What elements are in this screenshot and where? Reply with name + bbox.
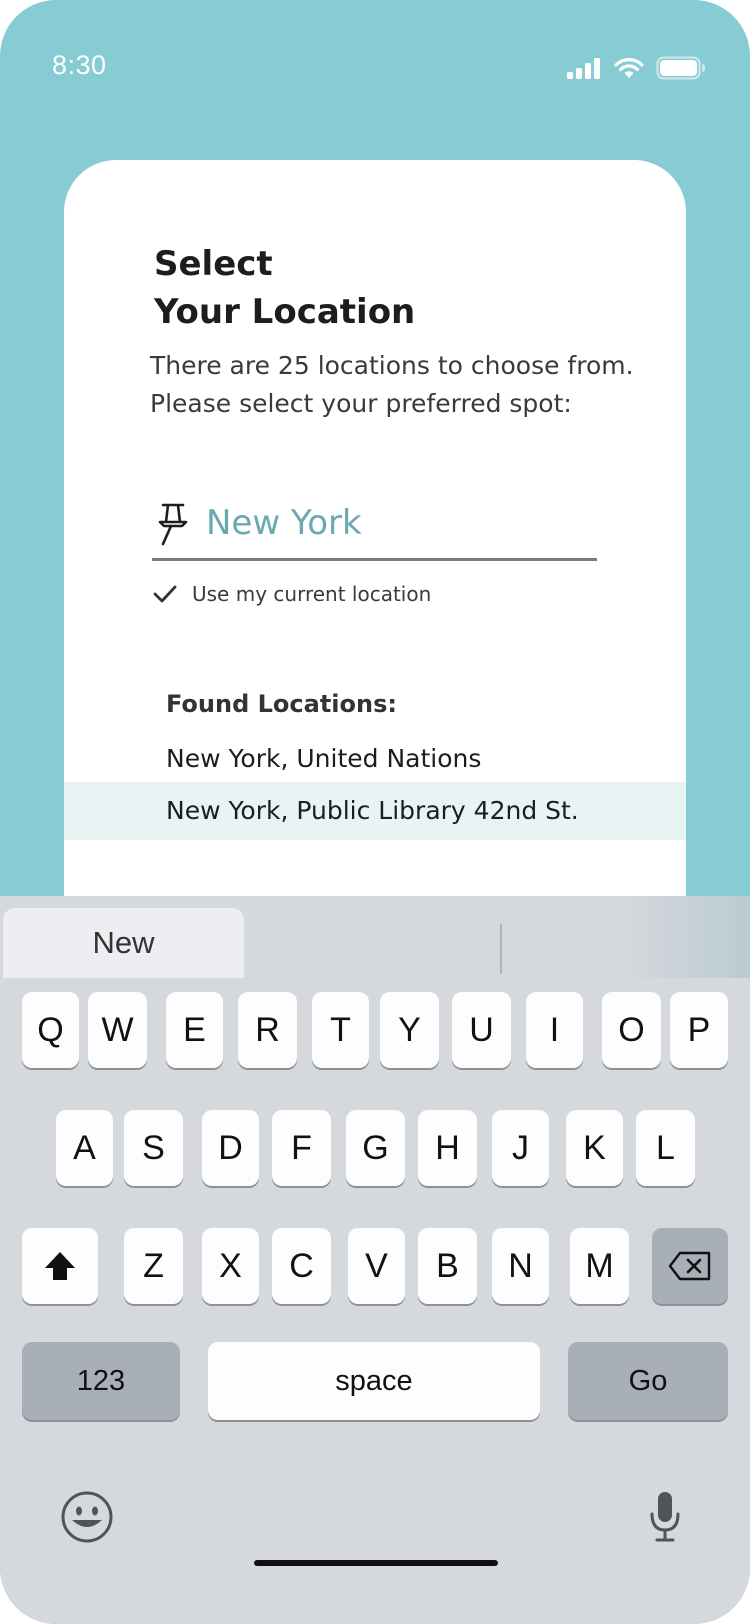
key-e[interactable]: E (166, 992, 223, 1068)
key-t[interactable]: T (312, 992, 369, 1068)
wifi-icon (614, 58, 644, 78)
location-search-input[interactable] (206, 498, 596, 548)
phone-screen: 8:30 Select Your Location There are 25 l… (0, 0, 750, 1624)
shift-icon (45, 1252, 75, 1280)
key-p[interactable]: P (670, 992, 728, 1068)
key-k[interactable]: K (566, 1110, 623, 1186)
go-key[interactable]: Go (568, 1342, 728, 1420)
status-time: 8:30 (52, 50, 107, 80)
key-z[interactable]: Z (124, 1228, 183, 1304)
subtitle-line-1: There are 25 locations to choose from. (150, 351, 634, 380)
key-o[interactable]: O (602, 992, 661, 1068)
key-l[interactable]: L (636, 1110, 695, 1186)
key-a[interactable]: A (56, 1110, 113, 1186)
numbers-key[interactable]: 123 (22, 1342, 180, 1420)
suggestion-divider (500, 924, 502, 974)
keyboard: New Q W E R T Y U I O P A S D F G H J K … (0, 896, 750, 1624)
key-m[interactable]: M (570, 1228, 629, 1304)
key-f[interactable]: F (272, 1110, 331, 1186)
input-underline (152, 558, 597, 561)
home-indicator (254, 1560, 498, 1566)
battery-icon (656, 56, 705, 80)
suggestion-fade (620, 896, 750, 978)
location-result-item[interactable]: New York, United Nations (64, 730, 686, 788)
key-b[interactable]: B (418, 1228, 477, 1304)
key-h[interactable]: H (418, 1110, 477, 1186)
key-w[interactable]: W (88, 992, 147, 1068)
delete-icon (668, 1251, 711, 1281)
page-subtitle: There are 25 locations to choose from. P… (150, 347, 670, 423)
emoji-icon[interactable] (60, 1490, 114, 1544)
microphone-icon[interactable] (648, 1490, 682, 1544)
subtitle-line-2: Please select your preferred spot: (150, 389, 572, 418)
shift-key[interactable] (22, 1228, 98, 1304)
use-current-location-toggle[interactable]: Use my current location (152, 582, 431, 606)
key-s[interactable]: S (124, 1110, 183, 1186)
key-v[interactable]: V (348, 1228, 405, 1304)
key-q[interactable]: Q (22, 992, 79, 1068)
delete-key[interactable] (652, 1228, 728, 1304)
key-j[interactable]: J (492, 1110, 549, 1186)
pushpin-icon (158, 503, 188, 546)
key-u[interactable]: U (452, 992, 511, 1068)
key-c[interactable]: C (272, 1228, 331, 1304)
location-result-item-selected[interactable]: New York, Public Library 42nd St. (64, 782, 686, 840)
space-key[interactable]: space (208, 1342, 540, 1420)
key-x[interactable]: X (202, 1228, 259, 1304)
key-g[interactable]: G (346, 1110, 405, 1186)
key-n[interactable]: N (492, 1228, 549, 1304)
suggestion-new[interactable]: New (3, 908, 244, 978)
page-title: Select Your Location (154, 240, 594, 336)
key-i[interactable]: I (526, 992, 583, 1068)
signal-icon (567, 58, 600, 79)
key-y[interactable]: Y (380, 992, 439, 1068)
status-icons (566, 56, 706, 80)
title-line-2: Your Location (154, 292, 416, 332)
use-current-location-label: Use my current location (192, 582, 432, 606)
key-d[interactable]: D (202, 1110, 259, 1186)
key-r[interactable]: R (238, 992, 297, 1068)
found-locations-header: Found Locations: (166, 690, 397, 718)
title-line-1: Select (154, 244, 273, 284)
checkmark-icon (153, 585, 177, 603)
predictive-text-bar: New (0, 896, 750, 978)
